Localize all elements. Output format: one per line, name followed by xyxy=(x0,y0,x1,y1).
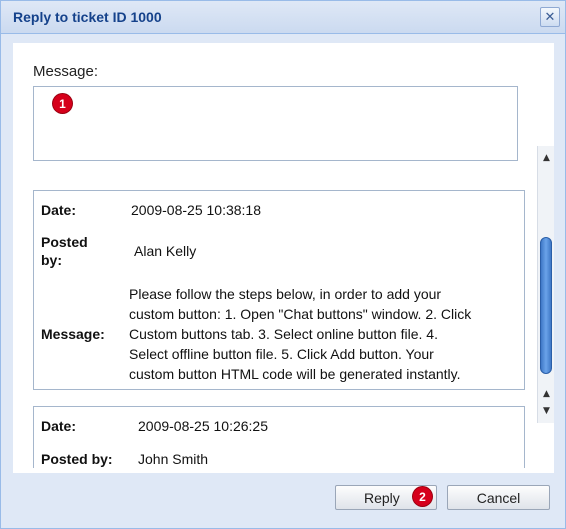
message-line: Please follow the steps below, in order … xyxy=(129,286,442,302)
close-button[interactable]: ✕ xyxy=(540,7,560,27)
message-field-label: Message: xyxy=(41,326,105,342)
cancel-button[interactable]: Cancel xyxy=(447,485,550,510)
scrollbar-thumb[interactable] xyxy=(540,237,552,374)
date-label: Date: xyxy=(41,418,77,434)
close-icon: ✕ xyxy=(544,9,556,25)
history-scrollbar[interactable]: ▲ ▲ ▼ xyxy=(537,146,554,423)
dialog-titlebar: Reply to ticket ID 1000 ✕ xyxy=(1,1,565,34)
ticket-history: Date: 2009-08-25 10:38:18 Posted by: Ala… xyxy=(33,188,531,468)
posted-by-label-cont: by: xyxy=(41,252,62,268)
dialog-body: Message: 1 Date: 2009-08-25 10:38:18 Pos… xyxy=(13,43,554,473)
dialog-title: Reply to ticket ID 1000 xyxy=(13,9,162,25)
history-entry: Date: 2009-08-25 10:38:18 Posted by: Ala… xyxy=(33,190,525,390)
history-entry: Date: 2009-08-25 10:26:25 Posted by: Joh… xyxy=(33,406,525,468)
scroll-up-icon[interactable]: ▲ xyxy=(539,150,554,165)
date-value: 2009-08-25 10:38:18 xyxy=(131,202,261,218)
callout-badge-2: 2 xyxy=(413,487,432,506)
date-label: Date: xyxy=(41,202,77,218)
scroll-up-icon[interactable]: ▲ xyxy=(539,386,554,401)
posted-by-label: Posted by: xyxy=(41,451,113,467)
message-line: Custom buttons tab. 3. Select online but… xyxy=(129,326,438,342)
posted-by-label: Posted xyxy=(41,234,88,250)
message-line: Select offline button file. 5. Click Add… xyxy=(129,346,434,362)
message-line: custom button HTML code will be generate… xyxy=(129,366,461,382)
date-value: 2009-08-25 10:26:25 xyxy=(138,418,268,434)
message-input[interactable] xyxy=(33,86,518,161)
posted-by-value: John Smith xyxy=(138,451,209,467)
message-line: custom button: 1. Open "Chat buttons" wi… xyxy=(129,306,472,322)
message-label: Message: xyxy=(33,63,99,80)
posted-by-value: Alan Kelly xyxy=(134,243,197,259)
reply-dialog: Reply to ticket ID 1000 ✕ Message: 1 Dat… xyxy=(0,0,566,529)
callout-badge-1: 1 xyxy=(53,94,72,113)
scroll-down-icon[interactable]: ▼ xyxy=(539,403,554,418)
